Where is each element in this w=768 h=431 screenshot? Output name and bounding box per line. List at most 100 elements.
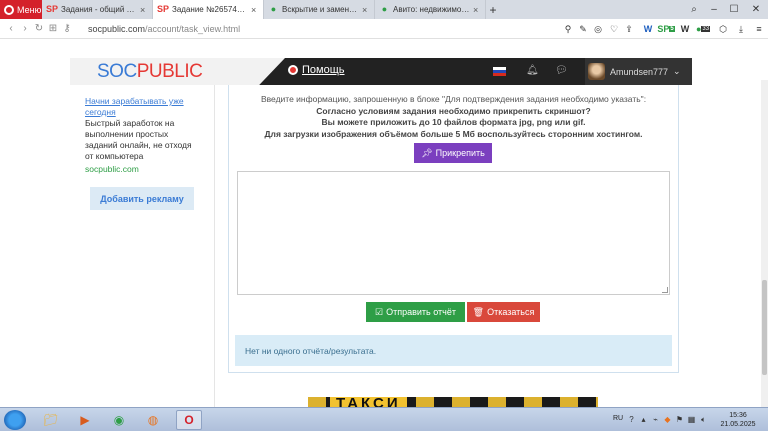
tab-task-view[interactable]: SP Задание №2657421 - прос ×: [153, 0, 264, 19]
flag-tray-icon[interactable]: ⚑: [675, 415, 684, 424]
page-scrollbar[interactable]: [761, 80, 768, 407]
close-tab-icon[interactable]: ×: [251, 5, 259, 15]
start-button[interactable]: [4, 410, 26, 430]
send-report-button[interactable]: ☑ Отправить отчёт: [366, 302, 465, 322]
site-header: SOC PUBLIC Помощь 🔔︎ 💬︎ Amundsen777 ⌄: [70, 58, 692, 85]
explorer-icon[interactable]: 📁︎: [38, 410, 64, 430]
language-indicator[interactable]: RU: [613, 415, 623, 422]
back-icon[interactable]: ‹: [4, 23, 18, 34]
volume-tray-icon[interactable]: 🔈︎: [699, 415, 708, 424]
tab-locks[interactable]: ● Вскрытие и замена замко ×: [264, 0, 375, 19]
tab-avito[interactable]: ● Авито: недвижимость, тра ×: [375, 0, 486, 19]
green-extension-icon[interactable]: ● 33: [696, 19, 711, 39]
w-extension-icon[interactable]: W: [678, 19, 692, 39]
opera-taskbar-icon[interactable]: O: [176, 410, 202, 430]
refuse-label: Отказаться: [487, 307, 535, 317]
add-advertising-button[interactable]: Добавить рекламу: [90, 187, 194, 210]
media-player-icon[interactable]: ▶: [72, 410, 98, 430]
tab-title: Задания - общий список: [61, 5, 137, 14]
sp-extension-icon[interactable]: SP 5: [657, 19, 675, 39]
speed-dial-icon[interactable]: ⊞: [46, 23, 60, 34]
system-clock[interactable]: 15:36 21.05.2025: [718, 411, 758, 429]
page-viewport: SOC PUBLIC Помощь 🔔︎ 💬︎ Amundsen777 ⌄ Нач…: [0, 40, 768, 407]
files-limit-text: Вы можете приложить до 10 файлов формата…: [321, 117, 586, 127]
socpublic-favicon-icon: SP: [157, 4, 170, 14]
scrollbar-thumb[interactable]: [762, 280, 767, 375]
tab-title: Вскрытие и замена замко: [282, 5, 359, 14]
share-icon[interactable]: ⇪: [622, 19, 636, 39]
bell-icon[interactable]: 🔔︎: [526, 65, 539, 76]
clock-date: 21.05.2025: [720, 421, 756, 428]
close-tab-icon[interactable]: ×: [140, 5, 148, 15]
avatar: [588, 63, 605, 80]
menu-label: Меню: [17, 4, 42, 15]
tab-tasks-list[interactable]: SP Задания - общий список ×: [42, 0, 153, 19]
app-tray-icon[interactable]: ◆: [663, 415, 672, 424]
minimize-window-icon[interactable]: –: [704, 0, 724, 19]
new-tab-button[interactable]: +: [486, 0, 500, 19]
report-instructions: Введите информацию, запрошенную в блоке …: [228, 94, 679, 140]
report-textarea[interactable]: [237, 171, 670, 295]
hosting-note-text: Для загрузки изображения объёмом больше …: [264, 128, 643, 139]
sidebar-domain: socpublic.com: [85, 164, 139, 174]
attach-button[interactable]: 📌︎ Прикрепить: [414, 143, 492, 163]
russian-flag-icon[interactable]: [493, 67, 506, 76]
refuse-button[interactable]: 🗑︎ Отказаться: [467, 302, 540, 322]
tab-title: Задание №2657421 - прос: [172, 5, 248, 14]
send-label: Отправить отчёт: [386, 307, 456, 317]
clock-time: 15:36: [729, 412, 747, 419]
windows-taskbar: 📁︎ ▶ ◉ ◍ O RU ? ▴ ⌁ ◆ ⚑ ▦ 🔈︎ 15:36 21.05…: [0, 407, 768, 431]
start-earning-link[interactable]: Начни зарабатывать уже сегодня: [85, 96, 195, 118]
arrow-up-tray-icon[interactable]: ▴: [639, 415, 648, 424]
green-drop-favicon-icon: ●: [381, 4, 388, 14]
maximize-window-icon[interactable]: ☐: [724, 0, 744, 19]
network-tray-icon[interactable]: ▦: [687, 415, 696, 424]
sidebar-description: Быстрый заработок на выполнении простых …: [85, 118, 192, 161]
search-tabs-icon[interactable]: ⌕: [684, 0, 704, 19]
chrome-icon[interactable]: ◉: [106, 410, 132, 430]
attach-label: Прикрепить: [435, 148, 485, 158]
usb-tray-icon[interactable]: ⌁: [651, 415, 660, 424]
chat-icon[interactable]: 💬︎: [555, 65, 568, 76]
resize-handle[interactable]: [662, 287, 668, 293]
banner-text: ТАКСИ: [330, 397, 407, 407]
user-menu[interactable]: Amundsen777 ⌄: [585, 58, 692, 85]
url-host: socpublic.com: [88, 23, 146, 34]
tab-strip: Меню SP Задания - общий список × SP Зада…: [0, 0, 768, 19]
help-tray-icon[interactable]: ?: [627, 415, 636, 424]
edit-icon[interactable]: ✎: [576, 19, 590, 39]
site-info-icon[interactable]: ⚷: [60, 23, 74, 34]
instruction-text: Введите информацию, запрошенную в блоке …: [260, 94, 647, 104]
bookmark-icon[interactable]: ♡: [607, 19, 621, 39]
logo-soc: SOC: [97, 60, 137, 82]
green-drop-favicon-icon: ●: [270, 4, 277, 14]
help-link[interactable]: Помощь: [288, 64, 345, 76]
firefox-icon[interactable]: ◍: [140, 410, 166, 430]
tab-title: Авито: недвижимость, тра: [393, 5, 470, 14]
close-tab-icon[interactable]: ×: [473, 5, 481, 15]
vpn-icon[interactable]: ⬡: [716, 19, 730, 39]
word-extension-icon[interactable]: W: [641, 19, 655, 39]
menu-icon[interactable]: ≡: [752, 19, 766, 39]
reload-icon[interactable]: ↻: [32, 23, 46, 34]
pin-icon: 📌︎: [421, 147, 433, 158]
sp-extension-badge: 5: [669, 26, 675, 32]
username: Amundsen777: [610, 66, 669, 77]
forward-icon[interactable]: ›: [18, 23, 32, 34]
taxi-ad-banner[interactable]: ТАКСИ: [308, 397, 598, 407]
search-icon[interactable]: ⚲: [561, 19, 575, 39]
download-icon[interactable]: ⤓: [734, 19, 748, 39]
url-field[interactable]: socpublic.com/account/task_view.html: [88, 24, 240, 34]
snapshot-icon[interactable]: ◎: [591, 19, 605, 39]
close-window-icon[interactable]: ✕: [746, 0, 766, 19]
check-square-icon: ☑: [375, 306, 384, 317]
logo-public: PUBLIC: [136, 60, 203, 82]
opera-menu-button[interactable]: Меню: [0, 0, 42, 19]
url-path: /account/task_view.html: [145, 23, 241, 34]
close-tab-icon[interactable]: ×: [362, 5, 370, 15]
help-label: Помощь: [302, 64, 345, 76]
site-logo[interactable]: SOC PUBLIC: [70, 58, 285, 85]
lifebuoy-icon: [288, 65, 298, 75]
no-reports-notice: Нет ни одного отчёта/результата.: [235, 335, 672, 366]
trash-icon: 🗑︎: [472, 306, 485, 317]
